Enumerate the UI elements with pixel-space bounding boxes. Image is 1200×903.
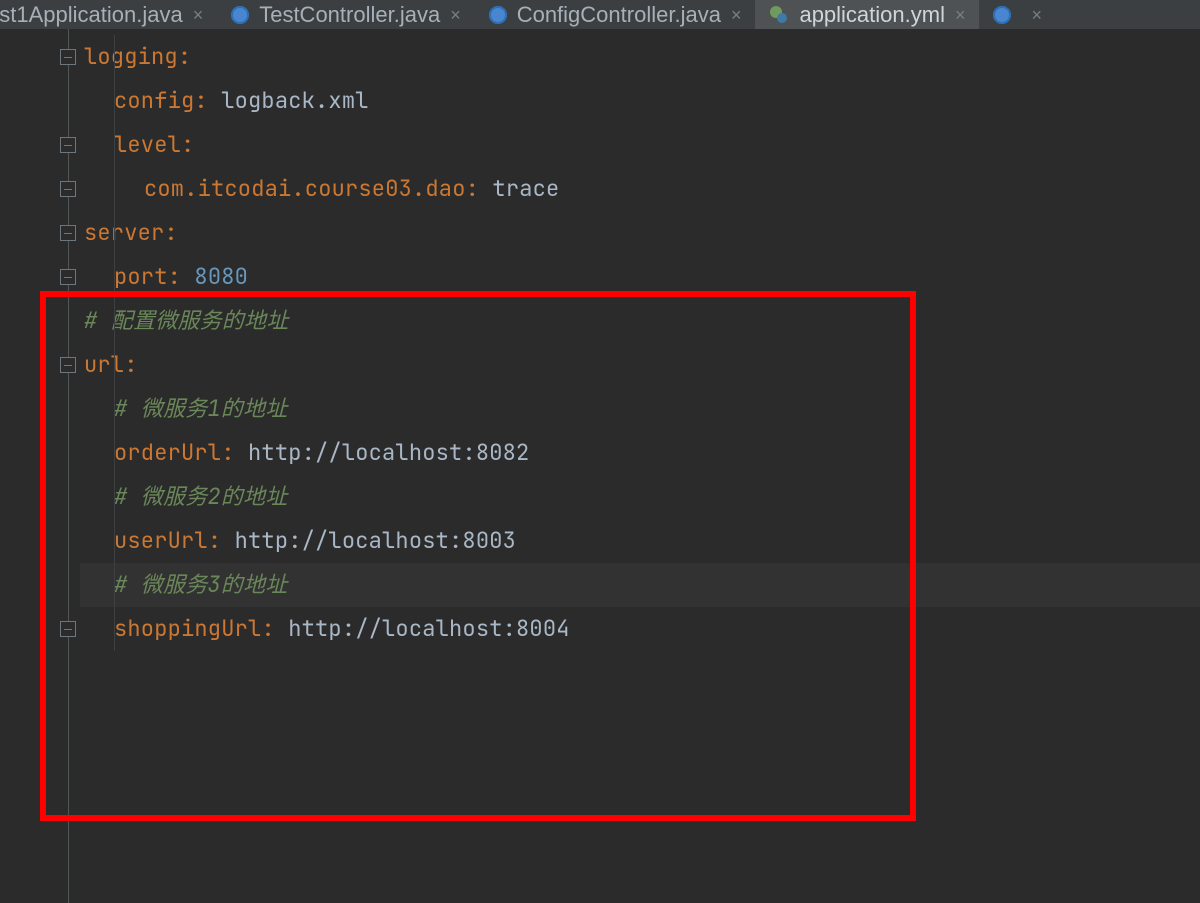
yaml-key: port — [114, 262, 168, 291]
code-line[interactable]: config: logback.xml — [80, 79, 1200, 123]
yaml-key: level — [114, 130, 181, 159]
yaml-value: 8080 — [194, 262, 248, 291]
yaml-key: shoppingUrl — [114, 614, 261, 643]
code-line[interactable]: level: — [80, 123, 1200, 167]
java-file-icon — [231, 6, 249, 24]
yaml-key: config — [114, 86, 194, 115]
fold-toggle-icon[interactable] — [60, 181, 76, 197]
comment-text: # 微服务1的地址 — [114, 394, 287, 423]
fold-guide-line — [68, 29, 69, 903]
colon: : — [221, 438, 234, 467]
tab-extra[interactable]: × — [979, 0, 1056, 29]
yaml-key: userUrl — [114, 526, 208, 555]
colon: : — [178, 42, 191, 71]
code-area[interactable]: logging:config: logback.xmllevel:com.itc… — [80, 29, 1200, 903]
fold-toggle-icon[interactable] — [60, 269, 76, 285]
colon: : — [164, 218, 177, 247]
tab-label: ConfigController.java — [517, 2, 721, 28]
code-line[interactable]: # 微服务2的地址 — [80, 475, 1200, 519]
yaml-key: url — [84, 350, 124, 379]
code-line[interactable]: orderUrl: http://localhost:8082 — [80, 431, 1200, 475]
yaml-value: logback.xml — [221, 86, 368, 115]
fold-toggle-icon[interactable] — [60, 49, 76, 65]
tab-Test1Application.java[interactable]: Test1Application.java × — [0, 0, 217, 29]
fold-toggle-icon[interactable] — [60, 137, 76, 153]
code-line[interactable]: server: — [80, 211, 1200, 255]
close-icon[interactable]: × — [955, 6, 966, 24]
close-icon[interactable]: × — [731, 6, 742, 24]
yaml-value: trace — [492, 174, 559, 203]
code-line[interactable]: url: — [80, 343, 1200, 387]
close-icon[interactable]: × — [450, 6, 461, 24]
java-file-icon — [489, 6, 507, 24]
code-line[interactable]: # 微服务3的地址 — [80, 563, 1200, 607]
yaml-file-icon — [769, 5, 789, 25]
comment-text: # 微服务3的地址 — [114, 570, 287, 599]
indent-guide — [114, 35, 115, 651]
code-line[interactable]: shoppingUrl: http://localhost:8004 — [80, 607, 1200, 651]
colon: : — [261, 614, 274, 643]
tab-ConfigController.java[interactable]: ConfigController.java × — [475, 0, 756, 29]
colon: : — [181, 130, 194, 159]
colon: : — [208, 526, 221, 555]
yaml-key: orderUrl — [114, 438, 221, 467]
fold-toggle-icon[interactable] — [60, 621, 76, 637]
tab-application.yml[interactable]: application.yml × — [755, 0, 979, 29]
colon: : — [466, 174, 479, 203]
editor-tab-bar: Test1Application.java×TestController.jav… — [0, 0, 1200, 29]
code-line[interactable]: # 微服务1的地址 — [80, 387, 1200, 431]
colon: : — [194, 86, 207, 115]
yaml-key: server — [84, 218, 164, 247]
code-line[interactable]: userUrl: http://localhost:8003 — [80, 519, 1200, 563]
code-line[interactable]: # 配置微服务的地址 — [80, 299, 1200, 343]
code-line[interactable]: port: 8080 — [80, 255, 1200, 299]
colon: : — [124, 350, 137, 379]
comment-text: # 微服务2的地址 — [114, 482, 287, 511]
tab-TestController.java[interactable]: TestController.java × — [217, 0, 475, 29]
yaml-key: logging — [84, 42, 178, 71]
fold-toggle-icon[interactable] — [60, 225, 76, 241]
tab-label: application.yml — [799, 2, 945, 28]
gutter — [0, 29, 80, 903]
tab-label: TestController.java — [259, 2, 440, 28]
code-line[interactable]: com.itcodai.course03.dao: trace — [80, 167, 1200, 211]
yaml-value: http://localhost:8003 — [235, 526, 516, 555]
tab-label: Test1Application.java — [0, 2, 183, 28]
fold-toggle-icon[interactable] — [60, 357, 76, 373]
close-icon[interactable]: × — [193, 6, 204, 24]
close-icon[interactable]: × — [1031, 6, 1042, 24]
yaml-key: com.itcodai.course03.dao — [144, 174, 466, 203]
yaml-value: http://localhost:8082 — [248, 438, 529, 467]
colon: : — [168, 262, 181, 291]
java-file-icon — [993, 6, 1011, 24]
code-line[interactable]: logging: — [80, 35, 1200, 79]
code-editor[interactable]: logging:config: logback.xmllevel:com.itc… — [0, 29, 1200, 903]
yaml-value: http://localhost:8004 — [288, 614, 569, 643]
